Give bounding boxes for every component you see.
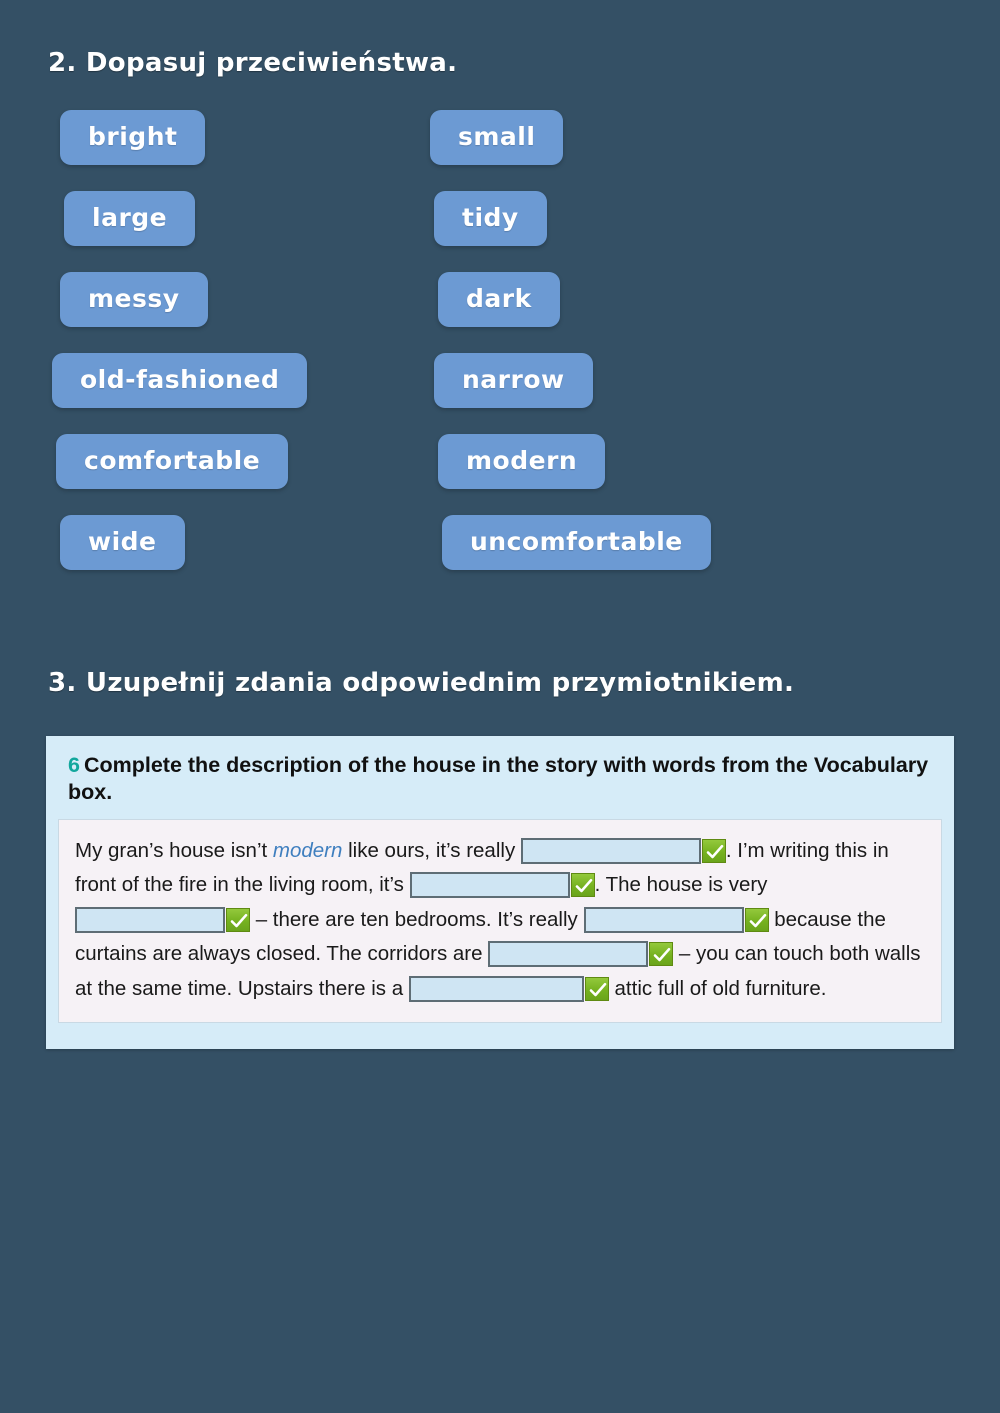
vocabulary-exercise-panel: 6 Complete the description of the house i… [46,736,954,1050]
word-row: comfortable [56,434,307,515]
word-row: bright [56,110,307,191]
check-icon [575,879,592,893]
blank-input-1[interactable] [520,837,701,864]
matching-exercise: bright large messy old-fashioned comfort… [0,110,1000,610]
check-icon [589,982,607,997]
blank-input-3[interactable] [75,906,225,933]
word-row: narrow [430,353,711,434]
check-button-1[interactable] [701,838,726,863]
check-button-5[interactable] [649,942,674,967]
text-segment-1: My gran’s house isn’t [75,838,273,862]
word-box-comfortable[interactable]: comfortable [56,434,289,489]
blank-group-6 [408,971,609,1005]
matching-left-column: bright large messy old-fashioned comfort… [52,110,308,596]
word-row: wide [56,515,307,596]
word-box-narrow[interactable]: narrow [434,353,593,408]
word-box-wide[interactable]: wide [60,515,185,570]
check-button-6[interactable] [584,977,609,1002]
blank-input-6[interactable] [408,976,584,1003]
word-box-modern[interactable]: modern [438,434,606,489]
blank-group-5 [488,937,674,971]
blank-group-4 [583,902,769,936]
word-box-tidy[interactable]: tidy [434,191,547,246]
word-row: messy [56,272,307,353]
word-row: tidy [430,191,711,272]
check-icon [230,913,248,928]
matching-right-column: small tidy dark narrow modern uncomforta… [430,110,711,596]
check-icon [749,913,766,928]
word-box-old-fashioned[interactable]: old-fashioned [52,353,308,408]
word-box-small[interactable]: small [430,110,564,165]
exercise-instruction-text: Complete the description of the house in… [68,753,929,805]
check-button-3[interactable] [226,907,250,932]
word-box-large[interactable]: large [64,191,196,246]
exercise-2-heading: 2. Dopasuj przeciwieństwa. [48,48,458,78]
panel-instruction: 6 Complete the description of the house i… [58,752,942,819]
word-row: dark [430,272,711,353]
text-segment-2: like ours, it’s really [342,838,521,862]
text-segment-5: – there are ten bedrooms. It’s really [250,907,584,931]
text-segment-4: . The house is very [594,873,768,897]
word-box-dark[interactable]: dark [438,272,560,327]
blank-input-5[interactable] [488,941,649,968]
exercise-number: 6 [68,753,80,777]
blank-group-1 [520,833,726,867]
blank-input-4[interactable] [583,906,744,933]
word-row: small [430,110,711,191]
blank-input-2[interactable] [409,872,570,899]
check-icon [653,948,671,962]
check-button-2[interactable] [570,873,595,898]
word-row: old-fashioned [52,353,308,434]
word-row: uncomfortable [430,515,711,596]
exercise-3-heading: 3. Uzupełnij zdania odpowiednim przymiot… [48,668,795,698]
word-box-messy[interactable]: messy [60,272,208,327]
word-box-bright[interactable]: bright [60,110,206,165]
word-row: modern [430,434,711,515]
highlighted-word-modern: modern [272,838,343,862]
check-button-4[interactable] [744,907,769,932]
text-segment-8: attic full of old furniture. [608,976,827,1000]
blank-group-3 [75,902,250,936]
check-icon [706,844,724,859]
word-row: large [56,191,307,272]
gap-fill-text: My gran’s house isn’t modern like ours, … [58,818,942,1024]
word-box-uncomfortable[interactable]: uncomfortable [442,515,711,570]
blank-group-2 [409,868,595,902]
